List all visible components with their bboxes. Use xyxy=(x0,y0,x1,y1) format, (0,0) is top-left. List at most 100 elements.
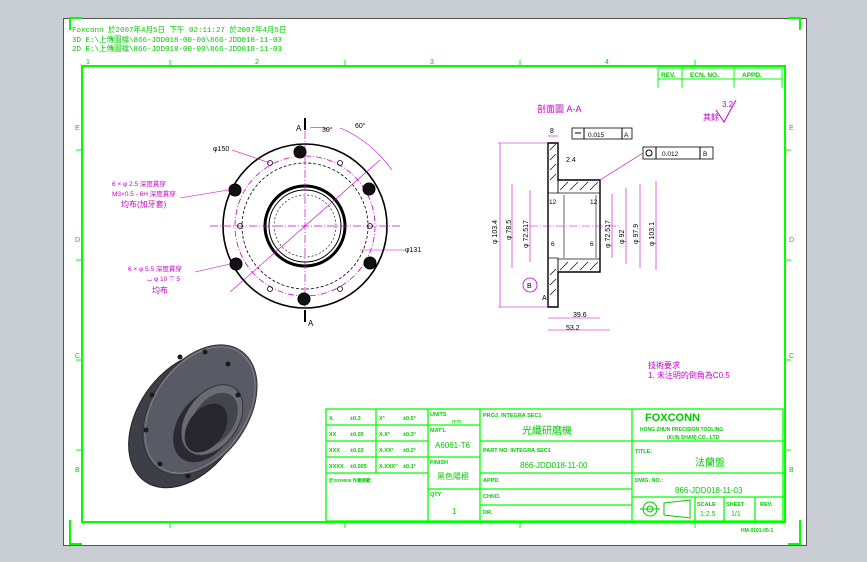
dim-dia-103-1: φ 103.1 xyxy=(649,222,656,246)
dr-label: DR. xyxy=(483,510,493,516)
dim-53-2: 53.2 xyxy=(566,325,580,332)
flatness-frame: 0.015 A xyxy=(571,127,633,140)
zone-top-2: 2 xyxy=(255,59,259,66)
tech-notes-title: 技術要求 xyxy=(648,360,680,370)
scale-label: SCALE xyxy=(697,502,716,508)
rev-col-rev: REV. xyxy=(661,72,676,79)
isometric-view xyxy=(128,344,258,489)
zone-side-1: E xyxy=(75,125,80,132)
dwg-no-label: DWG. NO.: xyxy=(635,478,663,484)
section-hatching xyxy=(547,142,601,308)
title-label: TITLE: xyxy=(635,449,652,455)
rev-col-appd: APPD. xyxy=(742,72,762,79)
tol-xxx: XXX xyxy=(329,448,340,454)
revision-table: REV. ECN. NO. APPD. xyxy=(657,67,783,88)
appd-label: APPD. xyxy=(483,478,500,484)
ang-xx-val: ±0.3° xyxy=(403,432,416,438)
hole-note-5: ⌴ φ 10 ▽ 5 xyxy=(147,276,180,283)
hole-small xyxy=(267,286,273,292)
sheet-label: SHEET xyxy=(726,502,745,508)
zone-top-4: 4 xyxy=(605,59,609,66)
hole-small xyxy=(337,160,343,166)
units-value: mm xyxy=(452,419,462,425)
project-label: PROJ. INTEGRA SEC1 xyxy=(483,413,541,419)
company-sub2: (KUN SHAN) CO., LTD xyxy=(667,435,720,441)
surface-finish-symbol: 3.2 其餘 xyxy=(703,99,737,123)
zone-side-r4: B xyxy=(789,467,794,474)
zone-side-4: B xyxy=(75,467,80,474)
projection-symbol-icon xyxy=(640,499,691,519)
perpendicularity-value: 0.012 xyxy=(662,151,679,158)
tol-x-val: ±0.3 xyxy=(350,416,361,422)
tol-xxxx: XXXX xyxy=(329,464,344,470)
zone-side-r1: E xyxy=(789,125,794,132)
perpendicularity-datum: B xyxy=(703,151,707,158)
hole-note-6: 均布 xyxy=(152,285,168,295)
material-value: A6061-T6 xyxy=(435,441,471,450)
dim-6-b: 6 xyxy=(590,241,594,248)
dim-2-4: 2.4 xyxy=(566,157,576,164)
ang-x-val: ±0.5° xyxy=(403,416,416,422)
hole-note-4: 6 × φ 5.5 深度貫穿 xyxy=(128,264,182,273)
tol-xxx-val: ±0.02 xyxy=(350,448,364,454)
tol-xx: XX xyxy=(329,432,337,438)
angle-30-label: 30° xyxy=(322,126,333,134)
zone-side-r2: D xyxy=(789,237,794,244)
finish-value: 黑色陽極 xyxy=(437,471,469,481)
title-value: 法蘭盤 xyxy=(695,456,725,469)
zone-side-r3: C xyxy=(789,353,794,360)
datum-a-label: A xyxy=(542,295,547,302)
front-view: A A 30° 60° φ150 φ131 6 × φ 2.5 深度貫穿 M3×… xyxy=(112,118,421,328)
tech-notes-line1: 1. 未注明的倒角為C0.5 xyxy=(648,370,730,380)
ang-xxxx: X.XXX° xyxy=(379,464,397,470)
dim-dia-72-517-a: φ 72.517 xyxy=(523,220,530,248)
part-no-value: 866-JDD018-11-00 xyxy=(520,461,588,470)
rev-col-ecn: ECN. NO. xyxy=(690,72,719,79)
hole-small xyxy=(337,286,343,292)
part-no-label: PART NO. INTEGRA SEC1 xyxy=(483,448,551,454)
form-stamp: HM-0101-05-1 xyxy=(741,528,773,534)
iso-note: 於ISO9000 作業規範： xyxy=(328,477,375,484)
dim-39-6: 39.6 xyxy=(573,312,587,319)
surface-finish-prefix: 其餘 xyxy=(703,112,719,122)
dwg-no-value: 866-JDD018-11-03 xyxy=(675,486,743,495)
counterbore-holes xyxy=(228,145,377,306)
flatness-value: 0.015 xyxy=(588,132,605,139)
ang-xxx-val: ±0.2° xyxy=(403,448,416,454)
tolerance-table: X. ±0.3 X° ±0.5° XX ±0.05 X.X° ±0.3° XXX… xyxy=(328,416,416,484)
hole-large xyxy=(297,292,311,306)
zone-side-3: C xyxy=(75,353,80,360)
hole-large xyxy=(229,257,243,271)
ang-xxxx-val: ±0.1° xyxy=(403,464,416,470)
hole-large xyxy=(362,182,376,196)
hole-note-2: M3×0.5 - 6H 深度貫穿 xyxy=(112,189,176,198)
tol-x: X. xyxy=(329,416,335,422)
material-column: UNITS mm MAT'L A6061-T6 FINISH 黑色陽極 QTY … xyxy=(430,412,471,516)
units-label: UNITS xyxy=(430,412,447,418)
hole-note-3: 均布(加牙套) xyxy=(121,199,167,209)
sheet-value: 1/1 xyxy=(731,511,741,518)
qty-label: QTY xyxy=(430,492,442,498)
drawing-svg: 1 2 3 4 E D C B E D C B REV. ECN. NO. AP… xyxy=(69,17,801,545)
dia-150-label: φ150 xyxy=(213,146,229,153)
scale-value: 1:2.5 xyxy=(700,511,716,518)
zone-side-2: D xyxy=(75,237,80,244)
section-marker-top: A xyxy=(296,124,302,133)
perpendicularity-frame: 0.012 B xyxy=(599,146,714,181)
ang-x: X° xyxy=(379,416,385,422)
rev-label: REV. xyxy=(760,502,773,508)
section-view: 剖面圖 A-A 8 2.4 12 12 6 6 39.6 53.2 φ 103.… xyxy=(492,103,714,332)
company-sub1: HONG ZHUN PRECISION TOOLING xyxy=(640,427,723,433)
flatness-datum: A xyxy=(624,132,629,139)
dim-12-b: 12 xyxy=(590,199,598,206)
hole-large xyxy=(363,256,377,270)
zone-top-3: 3 xyxy=(430,59,434,66)
dim-dia-97-9: φ 97.9 xyxy=(633,224,640,244)
tol-xxxx-val: ±0.005 xyxy=(350,464,367,470)
dim-dia-72-517-b: φ 72.517 xyxy=(605,220,612,248)
dim-dia-103-4: φ 103.4 xyxy=(492,220,499,244)
chkd-label: CHKD. xyxy=(483,494,501,500)
dim-12-a: 12 xyxy=(549,199,557,206)
dim-6-a: 6 xyxy=(551,241,555,248)
ang-xx: X.X° xyxy=(379,432,390,438)
